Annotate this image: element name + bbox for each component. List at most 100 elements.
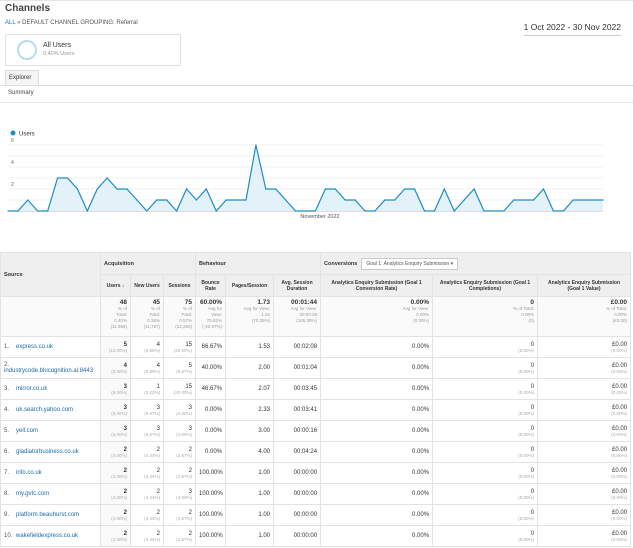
data-point[interactable] xyxy=(473,188,475,190)
data-point[interactable] xyxy=(394,199,396,201)
segment-card[interactable]: All Users 0.40% Users xyxy=(5,34,181,66)
data-point[interactable] xyxy=(136,199,138,201)
data-point[interactable] xyxy=(96,188,98,190)
data-point[interactable] xyxy=(116,188,118,190)
column-header[interactable]: Bounce Rate xyxy=(195,274,227,297)
data-point[interactable] xyxy=(294,210,297,212)
source-link[interactable]: mirror.co.uk xyxy=(16,386,47,392)
data-point[interactable] xyxy=(195,199,198,201)
data-point[interactable] xyxy=(523,199,525,201)
source-link[interactable]: express.co.uk xyxy=(16,344,53,350)
data-point[interactable] xyxy=(215,210,217,212)
conversion-rate-cell: 0.00% xyxy=(320,378,434,400)
data-point[interactable] xyxy=(453,210,455,212)
data-point[interactable] xyxy=(404,188,406,190)
date-range-picker[interactable]: 1 Oct 2022 - 30 Nov 2022 xyxy=(523,22,621,36)
sessions-pct: (2.67%) xyxy=(176,452,193,458)
column-header[interactable]: Avg. Session Duration xyxy=(273,274,322,297)
column-header[interactable]: Analytics Enquiry Submission (Goal 1 Con… xyxy=(320,274,434,297)
data-point[interactable] xyxy=(275,188,277,190)
bounce-rate-cell: 40.00% xyxy=(195,357,227,379)
data-point[interactable] xyxy=(66,177,69,179)
data-point[interactable] xyxy=(17,210,19,212)
data-point[interactable] xyxy=(285,199,287,201)
data-point[interactable] xyxy=(592,199,594,201)
data-point[interactable] xyxy=(602,199,604,201)
source-link[interactable]: my.gvtc.com xyxy=(16,491,49,497)
column-header[interactable]: Analytics Enquiry Submission (Goal 1 Com… xyxy=(432,274,539,297)
data-point[interactable] xyxy=(255,144,257,146)
data-point[interactable] xyxy=(364,210,366,212)
column-header[interactable]: Pages/Session xyxy=(225,274,275,297)
data-point[interactable] xyxy=(374,210,376,212)
data-point[interactable] xyxy=(86,210,88,212)
data-point[interactable] xyxy=(483,210,485,212)
column-header[interactable]: New Users xyxy=(130,274,164,297)
data-point[interactable] xyxy=(334,188,336,190)
source-link[interactable]: industrycode.blucognition.ai:8443 xyxy=(4,368,93,374)
data-point[interactable] xyxy=(463,199,465,201)
data-point[interactable] xyxy=(443,188,445,190)
data-point[interactable] xyxy=(552,210,555,212)
data-point[interactable] xyxy=(493,210,495,212)
data-point[interactable] xyxy=(56,177,59,179)
segment-share: 0.40% Users xyxy=(43,51,75,57)
users-line-chart: Users 2 4 6 November 2022 xyxy=(7,130,604,220)
data-point[interactable] xyxy=(423,210,426,212)
data-point[interactable] xyxy=(304,210,307,212)
data-point[interactable] xyxy=(433,210,436,212)
data-point[interactable] xyxy=(245,199,247,201)
data-point[interactable] xyxy=(582,199,584,201)
data-point[interactable] xyxy=(413,188,416,190)
tab-explorer[interactable]: Explorer xyxy=(5,70,39,86)
total-note: (11,787) xyxy=(143,323,160,329)
data-point[interactable] xyxy=(354,199,356,201)
data-point[interactable] xyxy=(572,199,574,201)
data-point[interactable] xyxy=(314,210,317,212)
source-link[interactable]: platform.beauhurst.com xyxy=(16,512,79,518)
source-link[interactable]: info.co.uk xyxy=(16,470,42,476)
completions-cell: 0 (0.00%) xyxy=(432,420,539,442)
data-point[interactable] xyxy=(205,188,207,190)
data-point[interactable] xyxy=(532,199,535,201)
acquisition-header: Acquisition xyxy=(99,252,197,275)
data-point[interactable] xyxy=(166,199,168,201)
conversion-rate-cell: 0.00% xyxy=(320,399,434,421)
data-point[interactable] xyxy=(7,210,9,212)
data-point[interactable] xyxy=(562,210,564,212)
data-point[interactable] xyxy=(384,199,386,201)
tab-summary[interactable]: Summary xyxy=(8,90,34,96)
source-header[interactable]: Source xyxy=(0,252,101,297)
data-point[interactable] xyxy=(542,188,545,190)
source-link[interactable]: yell.com xyxy=(16,428,38,434)
data-point[interactable] xyxy=(37,210,39,212)
source-link[interactable]: uk.search.yahoo.com xyxy=(16,407,73,413)
data-point[interactable] xyxy=(265,188,267,190)
data-point[interactable] xyxy=(503,210,505,212)
data-point[interactable] xyxy=(126,188,128,190)
new-users-cell: 1 (2.22%) xyxy=(130,378,164,400)
sort-desc-icon[interactable]: ↓ xyxy=(121,283,125,289)
data-point[interactable] xyxy=(185,188,188,190)
completions-pct: (0.00%) xyxy=(518,494,535,500)
source-link[interactable]: wakefieldexpress.co.uk xyxy=(16,533,78,539)
data-point[interactable] xyxy=(324,188,326,190)
data-point[interactable] xyxy=(47,210,49,212)
data-point[interactable] xyxy=(225,199,227,201)
data-point[interactable] xyxy=(513,199,515,201)
data-point[interactable] xyxy=(27,199,29,201)
data-point[interactable] xyxy=(76,188,79,190)
row-number: 3. xyxy=(4,386,10,392)
data-point[interactable] xyxy=(175,210,178,212)
data-point[interactable] xyxy=(156,199,158,201)
column-header[interactable]: Users ↓ xyxy=(100,274,131,297)
data-point[interactable] xyxy=(235,199,237,201)
data-point[interactable] xyxy=(344,199,346,201)
goal-select[interactable]: Goal 1: Analytics Enquiry Submission ▾ xyxy=(361,257,459,270)
column-header[interactable]: Analytics Enquiry Submission (Goal 1 Val… xyxy=(537,274,632,297)
breadcrumb-all-link[interactable]: ALL xyxy=(5,20,15,26)
column-header[interactable]: Sessions xyxy=(162,274,197,297)
data-point[interactable] xyxy=(106,177,108,179)
source-link[interactable]: gladiatorbusiness.co.uk xyxy=(16,449,79,455)
data-point[interactable] xyxy=(146,210,148,212)
